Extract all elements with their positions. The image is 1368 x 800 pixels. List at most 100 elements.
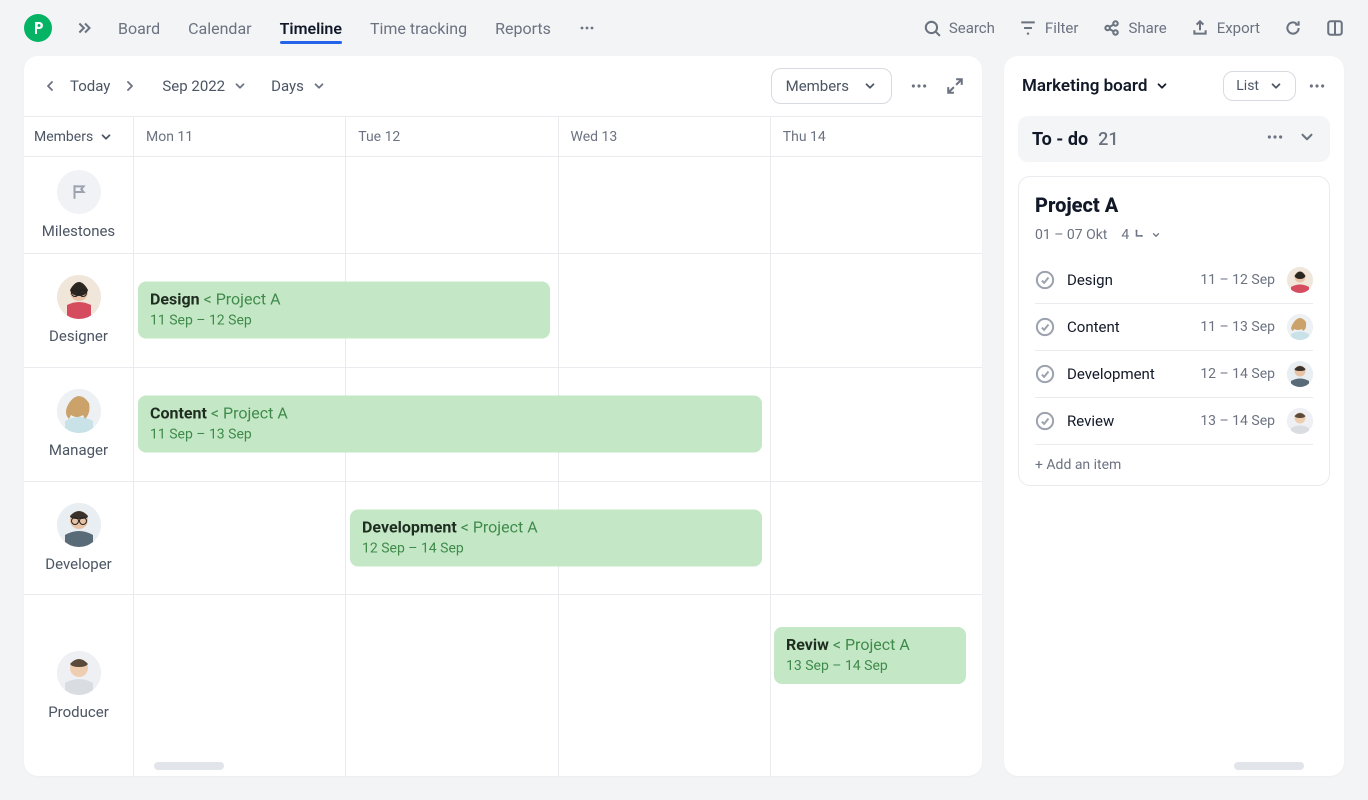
task-item-name: Review [1067,412,1188,430]
assignee-avatar[interactable] [1287,267,1313,293]
refresh-icon [1284,19,1302,37]
task-project: < Project A [461,518,538,537]
timeline-row-designer[interactable]: Design < Project A 11 Sep – 12 Sep [134,254,982,368]
more-icon [1308,77,1326,95]
row-header-manager: Manager [24,368,133,482]
day-header-row: Mon 11 Tue 12 Wed 13 Thu 14 [134,117,982,157]
check-circle-icon[interactable] [1035,270,1055,290]
task-dates: 13 Sep – 14 Sep [786,658,954,674]
check-circle-icon[interactable] [1035,317,1055,337]
filter-button[interactable]: Filter [1019,19,1079,37]
chevron-down-icon [1155,79,1169,93]
row-header-column: Members Milestones Designer [24,117,134,776]
flag-icon [70,183,88,201]
chevron-down-icon [99,130,113,144]
task-name: Content [150,404,207,423]
side-panel-scrollbar[interactable] [1234,762,1304,770]
board-select[interactable]: Marketing board [1022,76,1211,96]
assignee-avatar[interactable] [1287,408,1313,434]
day-column-head: Tue 12 [346,117,558,156]
granularity-label: Days [271,77,304,95]
task-dates: 11 Sep – 13 Sep [150,427,750,443]
milestone-icon-circle [57,170,101,214]
timeline-row-developer[interactable]: Development < Project A 12 Sep – 14 Sep [134,482,982,596]
tab-reports[interactable]: Reports [495,5,551,52]
prev-period-button[interactable] [42,78,58,94]
project-card[interactable]: Project A 01 – 07 Okt 4 Design 11 – 12 S… [1018,176,1330,486]
chevron-down-icon [233,79,247,93]
tab-calendar[interactable]: Calendar [188,5,251,52]
subtasks-icon [1133,228,1147,242]
more-icon [910,77,928,95]
share-button[interactable]: Share [1102,19,1166,37]
card-title: Project A [1035,193,1313,217]
task-item[interactable]: Development 12 – 14 Sep [1035,351,1313,398]
search-label: Search [949,19,995,37]
check-circle-icon[interactable] [1035,411,1055,431]
task-item[interactable]: Review 13 – 14 Sep [1035,398,1313,445]
task-item[interactable]: Design 11 – 12 Sep [1035,257,1313,304]
task-card-development[interactable]: Development < Project A 12 Sep – 14 Sep [350,510,762,567]
search-button[interactable]: Search [923,19,995,37]
topbar: Board Calendar Timeline Time tracking Re… [0,0,1368,56]
nav-tabs: Board Calendar Timeline Time tracking Re… [118,5,595,52]
add-item-button[interactable]: + Add an item [1035,445,1313,475]
row-group-select[interactable]: Members [24,117,133,157]
task-item[interactable]: Content 11 – 13 Sep [1035,304,1313,351]
tab-more[interactable] [579,5,595,52]
app-logo[interactable] [24,14,52,42]
timeline-row-milestones[interactable] [134,157,982,254]
timeline-toolbar: Today Sep 2022 Days Members [24,56,982,116]
avatar-producer [57,651,101,695]
task-name: Reviw [786,635,829,654]
section-more-button[interactable] [1266,128,1284,150]
share-label: Share [1128,19,1166,37]
grouping-select[interactable]: Members [771,68,892,104]
month-select[interactable]: Sep 2022 [162,77,247,95]
export-button[interactable]: Export [1191,19,1260,37]
granularity-select[interactable]: Days [271,77,326,95]
row-header-developer: Developer [24,482,133,596]
layout-toggle-button[interactable] [1326,19,1344,37]
assignee-avatar[interactable] [1287,361,1313,387]
row-group-label: Members [34,129,93,145]
tab-board[interactable]: Board [118,5,160,52]
role-label: Producer [48,703,109,721]
task-project: < Project A [211,404,288,423]
view-mode-select[interactable]: List [1223,71,1296,101]
tab-timeline[interactable]: Timeline [280,5,342,52]
task-card-design[interactable]: Design < Project A 11 Sep – 12 Sep [138,282,550,339]
avatar-developer [57,503,101,547]
task-project: < Project A [204,290,281,309]
row-header-producer: Producer [24,595,133,776]
assignee-avatar[interactable] [1287,314,1313,340]
search-icon [923,19,941,37]
avatar-designer [57,275,101,319]
tab-time-tracking[interactable]: Time tracking [370,5,467,52]
task-name: Design [150,290,200,309]
fullscreen-button[interactable] [946,77,964,95]
check-circle-icon[interactable] [1035,364,1055,384]
side-panel: Marketing board List To - do 21 P [1004,56,1344,776]
next-period-button[interactable] [122,78,138,94]
chevron-left-icon [42,78,58,94]
filter-label: Filter [1045,19,1079,37]
section-header-todo[interactable]: To - do 21 [1018,116,1330,162]
refresh-button[interactable] [1284,19,1302,37]
sidebar-collapse-button[interactable] [76,19,94,37]
task-item-range: 13 – 14 Sep [1200,413,1275,429]
task-item-range: 11 – 13 Sep [1200,319,1275,335]
role-label: Developer [45,555,112,573]
timeline-more-button[interactable] [910,77,928,95]
section-collapse-button[interactable] [1298,128,1316,150]
horizontal-scrollbar[interactable] [154,762,224,770]
timeline-row-producer[interactable]: Reviw < Project A 13 Sep – 14 Sep [134,595,982,776]
chevron-down-icon [312,79,326,93]
task-card-content[interactable]: Content < Project A 11 Sep – 13 Sep [138,396,762,453]
today-button[interactable]: Today [70,77,110,95]
timeline-row-manager[interactable]: Content < Project A 11 Sep – 13 Sep [134,368,982,482]
side-panel-more-button[interactable] [1308,77,1326,95]
task-card-review[interactable]: Reviw < Project A 13 Sep – 14 Sep [774,627,966,684]
task-project: < Project A [833,635,910,654]
more-icon [1266,128,1284,146]
